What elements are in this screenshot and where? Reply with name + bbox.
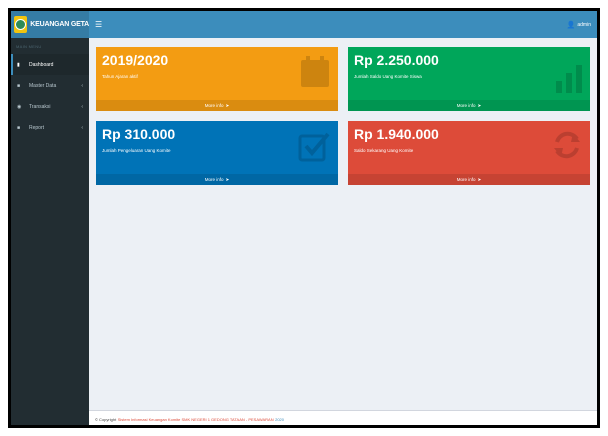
bar-chart-icon	[556, 65, 582, 93]
app-window: KEUANGAN GETA ☰ 👤 admin MAIN MENU ▮ Dash…	[8, 8, 600, 428]
more-info-link[interactable]: More info ➤	[348, 100, 590, 111]
more-info-link[interactable]: More info ➤	[348, 174, 590, 185]
school-logo-icon	[14, 16, 28, 33]
sidebar: MAIN MENU ▮ Dashboard ■ Master Data ‹ ◉ …	[11, 38, 89, 425]
brand-title: KEUANGAN GETA	[30, 21, 89, 28]
more-info-link[interactable]: More info ➤	[96, 174, 338, 185]
small-box-student-balance: Rp 2.250.000 Jumlah Saldo Uang Komite Si…	[348, 47, 590, 111]
sidebar-item-transaksi[interactable]: ◉ Transaksi ‹	[11, 96, 89, 117]
report-icon: ■	[17, 124, 21, 131]
box-value: 2019/2020	[102, 52, 169, 68]
small-box-current-balance: Rp 1.940.000 Saldo Sekarang Uang Komite …	[348, 121, 590, 185]
arrow-circle-right-icon: ➤	[477, 102, 482, 108]
box-value: Rp 1.940.000	[354, 126, 439, 142]
brand-logo-area[interactable]: KEUANGAN GETA	[11, 11, 89, 38]
sidebar-item-report[interactable]: ■ Report ‹	[11, 117, 89, 138]
sidebar-item-master-data[interactable]: ■ Master Data ‹	[11, 75, 89, 96]
more-info-label: More info	[204, 177, 224, 182]
transaction-icon: ◉	[17, 103, 22, 110]
box-caption: Saldo Sekarang Uang Komite	[354, 148, 414, 153]
more-info-link[interactable]: More info ➤	[96, 100, 338, 111]
top-header: KEUANGAN GETA ☰ 👤 admin	[11, 11, 597, 38]
user-icon: 👤	[566, 21, 576, 29]
sidebar-item-dashboard[interactable]: ▮ Dashboard	[11, 54, 89, 75]
sidebar-item-label: Dashboard	[29, 61, 54, 68]
arrow-circle-right-icon: ➤	[225, 102, 230, 108]
sidebar-item-label: Master Data	[29, 82, 57, 89]
arrow-circle-right-icon: ➤	[477, 176, 482, 182]
refresh-icon	[554, 131, 580, 159]
copyright-year: 2020	[275, 417, 284, 422]
small-box-expenses: Rp 310.000 Jumlah Pengeluaran Uang Komit…	[96, 121, 338, 185]
sidebar-header: MAIN MENU	[16, 44, 42, 49]
more-info-label: More info	[456, 177, 476, 182]
box-caption: Tahun Ajaran aktif	[102, 74, 138, 79]
box-value: Rp 2.250.000	[354, 52, 439, 68]
arrow-circle-right-icon: ➤	[225, 176, 230, 182]
chevron-left-icon: ‹	[81, 124, 83, 131]
dashboard-icon: ▮	[17, 61, 20, 68]
chevron-left-icon: ‹	[81, 82, 83, 89]
menu-toggle-icon[interactable]: ☰	[95, 20, 102, 29]
chevron-left-icon: ‹	[81, 103, 83, 110]
calendar-icon	[301, 56, 329, 87]
copyright-link[interactable]: Sistem Informasi Keuangan Komite SMK NEG…	[118, 417, 274, 422]
sidebar-item-label: Transaksi	[29, 103, 51, 110]
more-info-label: More info	[204, 103, 224, 108]
main-content: 2019/2020 Tahun Ajaran aktif More info ➤…	[89, 38, 597, 410]
sidebar-item-label: Report	[29, 124, 45, 131]
navbar: ☰ 👤 admin	[89, 11, 597, 38]
copyright-text: © Copyright	[95, 417, 117, 422]
checkbox-icon	[298, 132, 330, 162]
more-info-label: More info	[456, 103, 476, 108]
box-caption: Jumlah Saldo Uang Komite Siswa	[354, 74, 422, 79]
folder-icon: ■	[17, 82, 21, 89]
small-box-school-year: 2019/2020 Tahun Ajaran aktif More info ➤	[96, 47, 338, 111]
page-footer: © Copyright Sistem Informasi Keuangan Ko…	[89, 410, 597, 425]
user-name: admin	[577, 21, 591, 28]
user-menu[interactable]: 👤 admin	[567, 21, 591, 29]
